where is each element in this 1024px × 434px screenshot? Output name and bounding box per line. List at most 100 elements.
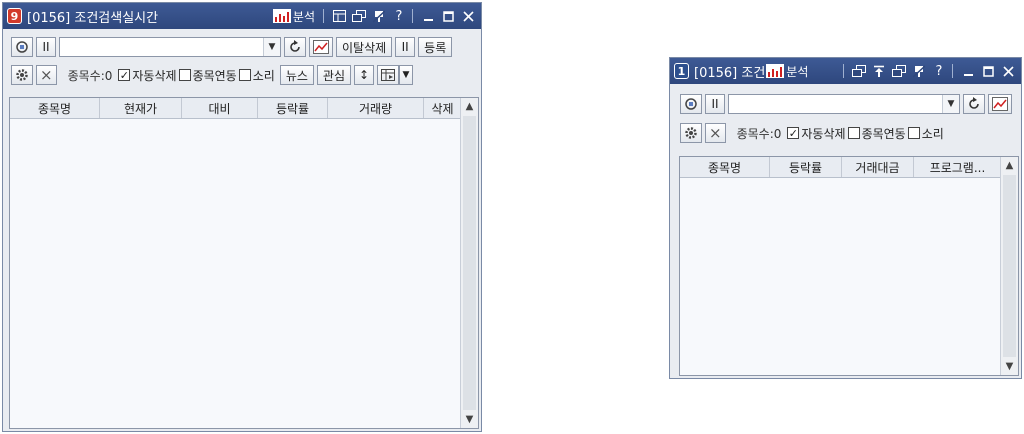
duplicate-window-icon[interactable]: [350, 7, 368, 25]
auto-delete-checkbox[interactable]: ✓ 자동삭제: [118, 67, 177, 84]
pause-button-2[interactable]: II: [395, 37, 416, 57]
chevron-down-icon[interactable]: ▼: [942, 95, 959, 113]
scroll-track[interactable]: [1003, 175, 1016, 357]
analyze-button[interactable]: 분석: [272, 8, 315, 25]
col-header[interactable]: 현재가: [100, 98, 182, 118]
scroll-down-icon[interactable]: ▼: [1001, 358, 1018, 375]
checkbox-label: 소리: [252, 68, 275, 83]
checkbox-box[interactable]: [847, 127, 860, 139]
copy-window-icon[interactable]: [890, 62, 908, 80]
checkbox-box[interactable]: ✓: [787, 126, 800, 140]
title-bar[interactable]: 9 [0156] 조건검색실시간 분석 ?: [3, 3, 481, 29]
minimize-icon[interactable]: [959, 62, 977, 80]
chart-icon: [272, 9, 291, 23]
condition-load-button[interactable]: [680, 94, 702, 114]
pause-button[interactable]: II: [36, 37, 56, 57]
condition-select[interactable]: ▼: [728, 94, 960, 114]
clear-button[interactable]: ×: [705, 123, 726, 143]
chart-button[interactable]: [988, 94, 1012, 114]
column-settings-button[interactable]: [377, 65, 400, 85]
pause-button[interactable]: II: [705, 94, 725, 114]
col-header[interactable]: 거래량: [328, 98, 424, 118]
vertical-scrollbar[interactable]: ▲ ▼: [460, 98, 478, 428]
analyze-label: 분석: [292, 9, 315, 24]
col-header[interactable]: 종목명: [680, 157, 770, 177]
pause-icon: II: [401, 40, 409, 54]
sound-checkbox[interactable]: 소리: [907, 125, 944, 142]
maximize-icon[interactable]: [439, 7, 457, 25]
scroll-down-icon[interactable]: ▼: [461, 411, 478, 428]
news-button[interactable]: 뉴스: [279, 65, 314, 85]
stock-count: 종목수:0: [67, 68, 113, 83]
title-bar[interactable]: 1 [0156] 조건 분석 ?: [670, 58, 1021, 84]
col-header[interactable]: 등락률: [770, 157, 842, 177]
window-title: [0156] 조건검색실시간: [27, 10, 159, 26]
analyze-button[interactable]: 분석: [766, 63, 808, 80]
pin-icon[interactable]: [370, 7, 388, 25]
checkbox-label: 자동삭제: [801, 126, 846, 141]
scroll-up-icon[interactable]: ▲: [1001, 157, 1018, 174]
condition-select[interactable]: ▼: [59, 37, 281, 57]
separator: [952, 64, 953, 78]
refresh-button[interactable]: [963, 94, 985, 114]
grid-header: 종목명 등락률 거래대금 프로그램...: [680, 157, 1018, 178]
gear-icon: [15, 68, 29, 82]
col-header[interactable]: 거래대금: [842, 157, 914, 177]
minimize-icon[interactable]: [419, 7, 437, 25]
col-header[interactable]: 등락률: [258, 98, 328, 118]
pin-top-icon[interactable]: [870, 62, 888, 80]
col-header[interactable]: 종목명: [10, 98, 100, 118]
window-number-badge: 1: [674, 63, 689, 79]
clear-button[interactable]: ×: [36, 65, 57, 85]
more-dropdown[interactable]: ▼: [399, 65, 414, 85]
toolbar-row-1: II ▼ 이탈삭제 II 등록: [11, 37, 481, 57]
col-header[interactable]: 삭제: [424, 98, 462, 118]
duplicate-window-icon[interactable]: [850, 62, 868, 80]
sound-checkbox[interactable]: 소리: [238, 67, 275, 84]
sort-button[interactable]: ↕: [354, 65, 375, 85]
scroll-up-icon[interactable]: ▲: [461, 98, 478, 115]
pin-icon[interactable]: [910, 62, 928, 80]
col-header[interactable]: 프로그램...: [914, 157, 1002, 177]
checkbox-box[interactable]: [238, 69, 251, 81]
close-icon[interactable]: [459, 7, 477, 25]
chart-icon: [766, 64, 785, 78]
chevron-down-icon[interactable]: ▼: [263, 38, 280, 56]
settings-button[interactable]: [11, 65, 33, 85]
result-grid: 종목명 등락률 거래대금 프로그램... ▲ ▼: [679, 156, 1019, 376]
gear-icon: [684, 126, 698, 140]
check-icon: ✓: [788, 126, 798, 140]
grid-header: 종목명 현재가 대비 등락률 거래량 삭제: [10, 98, 478, 119]
register-button[interactable]: 등록: [418, 37, 453, 57]
scroll-track[interactable]: [463, 116, 476, 410]
help-icon[interactable]: ?: [390, 7, 408, 25]
help-icon[interactable]: ?: [930, 62, 948, 80]
checkbox-box[interactable]: [907, 127, 920, 139]
stock-count: 종목수:0: [736, 126, 782, 141]
maximize-icon[interactable]: [979, 62, 997, 80]
refresh-button[interactable]: [284, 37, 306, 57]
checkbox-box[interactable]: ✓: [118, 69, 131, 81]
exclude-delete-button[interactable]: 이탈삭제: [336, 37, 393, 57]
refresh-search-icon: [15, 40, 29, 54]
col-header[interactable]: 대비: [182, 98, 258, 118]
vertical-scrollbar[interactable]: ▲ ▼: [1000, 157, 1018, 375]
layout-icon[interactable]: [330, 7, 348, 25]
stock-link-checkbox[interactable]: 종목연동: [847, 125, 906, 142]
close-icon[interactable]: [999, 62, 1017, 80]
toolbar-row-2: × 종목수:0 ✓ 자동삭제 종목연동 소리 뉴스 관심 ↕ ▼: [11, 65, 481, 85]
auto-delete-checkbox[interactable]: ✓ 자동삭제: [787, 125, 846, 142]
window-title: [0156] 조건: [694, 65, 766, 81]
checkbox-box[interactable]: [178, 69, 191, 81]
refresh-icon: [288, 40, 302, 54]
interest-button[interactable]: 관심: [316, 65, 352, 85]
toolbar-row-2: × 종목수:0 ✓ 자동삭제 종목연동 소리: [680, 123, 1021, 143]
chart-button[interactable]: [309, 37, 333, 57]
settings-button[interactable]: [680, 123, 702, 143]
condition-search-window-main: 9 [0156] 조건검색실시간 분석 ? II ▼ 이탈삭제 II 등록 × …: [2, 2, 482, 432]
condition-load-button[interactable]: [11, 37, 33, 57]
window-number-badge: 9: [7, 8, 22, 24]
close-icon: ×: [40, 66, 53, 84]
stock-link-checkbox[interactable]: 종목연동: [178, 67, 237, 84]
refresh-search-icon: [684, 97, 698, 111]
